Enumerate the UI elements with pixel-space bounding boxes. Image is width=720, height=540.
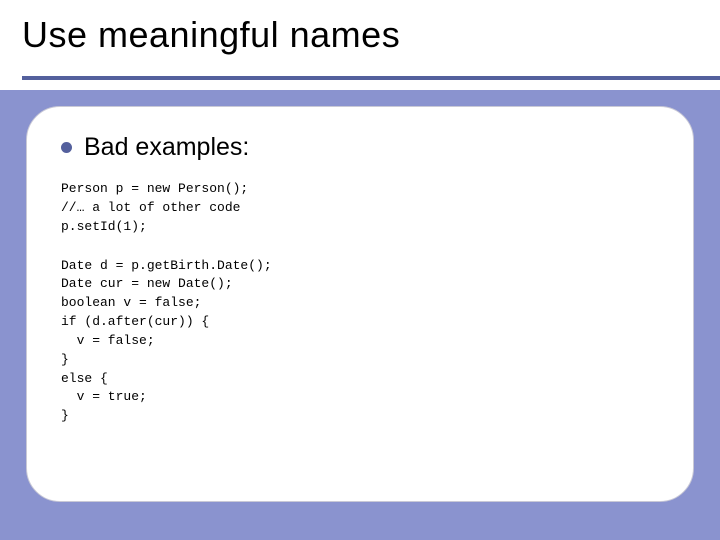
bullet-label: Bad examples: (84, 133, 249, 162)
slide: Use meaningful names Bad examples: Perso… (0, 0, 720, 540)
code-example-1: Person p = new Person(); //… a lot of ot… (61, 180, 659, 237)
content-card: Bad examples: Person p = new Person(); /… (26, 106, 694, 502)
title-underline (22, 76, 720, 80)
code-example-2: Date d = p.getBirth.Date(); Date cur = n… (61, 257, 659, 427)
slide-title: Use meaningful names (22, 14, 720, 56)
bullet-icon (61, 142, 72, 153)
bullet-row: Bad examples: (61, 133, 659, 162)
